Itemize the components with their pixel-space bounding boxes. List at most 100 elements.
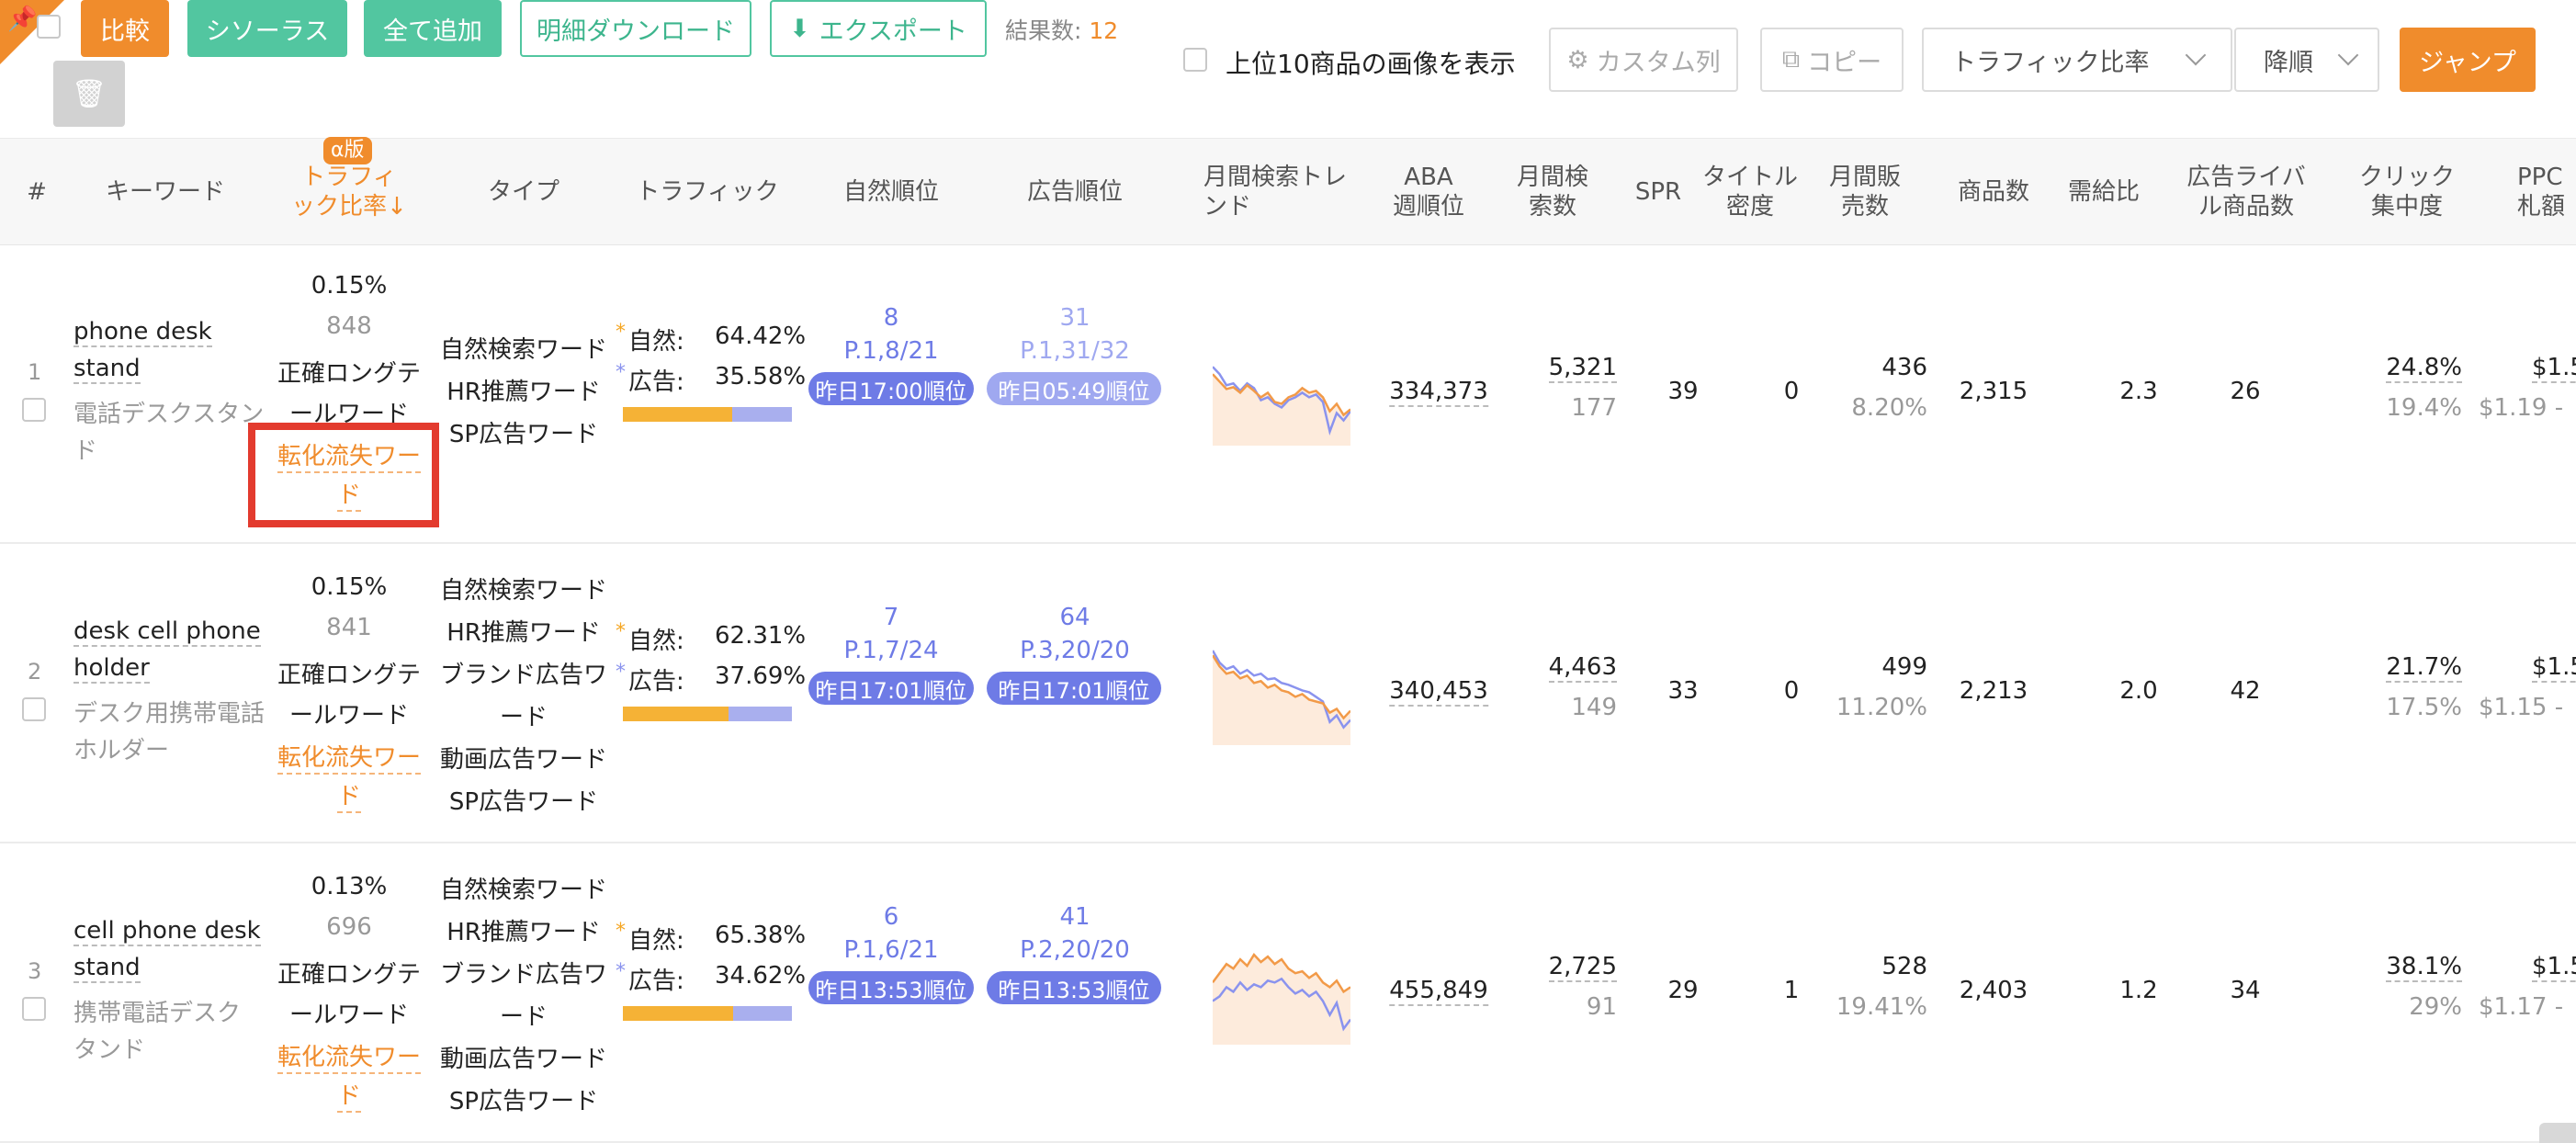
ppc-bid-value[interactable]: $1.5 — [2532, 653, 2576, 683]
trend-area — [1213, 655, 1350, 745]
monthly-search-trend-sparkline — [1213, 953, 1350, 1045]
click-concentration-value[interactable]: 24.8% — [2386, 354, 2462, 383]
show-images-checkbox[interactable] — [1183, 48, 1207, 72]
copy-button[interactable]: ⧉ コピー — [1760, 28, 1904, 92]
keyword-en-line2[interactable]: holder — [73, 654, 150, 684]
organic-rank-position: P.1,6/21 — [843, 936, 939, 964]
keyword-en-line2[interactable]: stand — [73, 954, 141, 983]
traffic-split-bar — [623, 707, 792, 721]
ad-bar-segment — [731, 407, 792, 422]
gear-icon: ⚙ — [1566, 45, 1589, 74]
header-monthly-search[interactable]: 月間検 索数 — [1507, 139, 1599, 244]
select-all-checkbox[interactable] — [37, 15, 61, 39]
ad-rivals-value: 34 — [2230, 977, 2261, 1004]
monthly-search-value[interactable]: 2,725 — [1548, 953, 1617, 982]
delete-button[interactable]: 🗑 — [53, 61, 125, 127]
row-checkbox[interactable] — [22, 398, 46, 422]
spr-value: 33 — [1667, 677, 1699, 705]
keyword-jp-line2: タンド — [73, 1036, 146, 1064]
conversion-loss-tag-line1[interactable]: 転化流失ワー — [277, 739, 422, 775]
organic-rank-value[interactable]: 7 — [884, 604, 899, 631]
spr-value: 39 — [1667, 378, 1699, 405]
monthly-search-value[interactable]: 5,321 — [1548, 354, 1617, 383]
conversion-loss-tag-line2[interactable]: ド — [336, 1077, 362, 1113]
monthly-sales-value: 499 — [1881, 653, 1927, 681]
header-click-concentration[interactable]: クリック 集中度 — [2352, 139, 2462, 244]
sort-order-select[interactable]: 降順 — [2234, 28, 2379, 92]
click-concentration-value[interactable]: 21.7% — [2386, 653, 2462, 683]
ad-star-icon: * — [616, 361, 626, 384]
header-search-line1: 月間検 — [1516, 163, 1588, 191]
organic-percent: 64.42% — [715, 323, 807, 350]
custom-columns-button[interactable]: ⚙ カスタム列 — [1549, 28, 1738, 92]
row-index: 2 — [28, 659, 42, 685]
header-monthly-sales[interactable]: 月間販 売数 — [1819, 139, 1911, 244]
title-density-value: 1 — [1783, 977, 1800, 1004]
sort-order-value: 降順 — [2264, 48, 2313, 77]
header-ad-rank[interactable]: 広告順位 — [992, 139, 1158, 244]
keyword-en-line1[interactable]: cell phone desk — [73, 917, 261, 946]
download-icon: ⬇ — [789, 14, 810, 43]
keyword-type: ード — [499, 704, 548, 731]
conversion-loss-tag-line2[interactable]: ド — [336, 777, 362, 813]
traffic-split-bar — [623, 1006, 792, 1021]
aba-rank-value[interactable]: 340,453 — [1389, 677, 1488, 707]
table-header: # キーワード トラフィ ック比率↓ α版 タイプ トラフィック 自然順位 広告… — [0, 137, 2576, 245]
ppc-bid-value[interactable]: $1.5 — [2532, 953, 2576, 982]
header-supply-ratio[interactable]: 需給比 — [2058, 139, 2150, 244]
header-trend: 月間検索トレ ンド — [1203, 139, 1369, 244]
export-label: エクスポート — [819, 17, 967, 46]
keyword-en-line1[interactable]: phone desk — [73, 318, 212, 347]
ad-rank-value[interactable]: 64 — [1059, 604, 1090, 631]
header-rivals-line1: 広告ライバ — [2186, 163, 2306, 191]
monthly-search-sub: 91 — [1586, 993, 1617, 1021]
aba-rank-value[interactable]: 334,373 — [1389, 378, 1488, 407]
row-checkbox[interactable] — [22, 997, 46, 1021]
organic-rank-time-badge: 昨日17:00順位 — [808, 372, 974, 405]
monthly-sales-sub: 11.20% — [1836, 694, 1927, 721]
header-title-line2: 密度 — [1725, 192, 1774, 221]
row-checkbox[interactable] — [22, 697, 46, 721]
conversion-loss-tag-line1[interactable]: 転化流失ワー — [277, 1038, 422, 1074]
thesaurus-button[interactable]: シソーラス — [187, 0, 347, 57]
keyword-en-line2[interactable]: stand — [73, 355, 141, 384]
header-products[interactable]: 商品数 — [1948, 139, 2039, 244]
organic-rank-value[interactable]: 6 — [884, 903, 899, 931]
ppc-bid-value[interactable]: $1.5 — [2532, 354, 2576, 383]
sort-field-select[interactable]: トラフィック比率 — [1922, 28, 2232, 92]
keyword-type: HR推薦ワード — [446, 379, 601, 406]
header-title-density[interactable]: タイトル 密度 — [1700, 139, 1801, 244]
supply-ratio-value: 2.3 — [2119, 378, 2158, 405]
keyword-jp-line1: 電話デスクスタン — [73, 401, 265, 428]
keyword-type: SP広告ワード — [448, 421, 599, 448]
click-concentration-value[interactable]: 38.1% — [2386, 953, 2462, 982]
header-organic-rank[interactable]: 自然順位 — [808, 139, 974, 244]
ad-rank-value[interactable]: 31 — [1059, 304, 1090, 332]
result-count-label: 結果数: 12 — [1005, 13, 1118, 46]
header-ppc[interactable]: PPC 札額 — [2517, 139, 2576, 244]
add-all-button[interactable]: 全て追加 — [364, 0, 502, 57]
header-ad-rivals[interactable]: 広告ライバ ル商品数 — [2177, 139, 2315, 244]
jump-button[interactable]: ジャンプ — [2400, 28, 2536, 92]
keyword-type: 動画広告ワード — [439, 746, 608, 774]
organic-rank-value[interactable]: 8 — [884, 304, 899, 332]
monthly-search-value[interactable]: 4,463 — [1548, 653, 1617, 683]
header-spr[interactable]: SPR — [1626, 139, 1690, 244]
header-keyword[interactable]: キーワード — [83, 139, 248, 244]
scrollbar-corner[interactable] — [2539, 1123, 2576, 1143]
traffic-ratio-sub: 841 — [326, 614, 372, 641]
header-search-line2: 索数 — [1528, 192, 1576, 221]
ad-rank-value[interactable]: 41 — [1059, 903, 1090, 931]
export-button[interactable]: ⬇ エクスポート — [770, 0, 987, 57]
compare-button[interactable]: 比較 — [81, 0, 169, 57]
keyword-type: ード — [499, 1003, 548, 1031]
aba-rank-value[interactable]: 455,849 — [1389, 977, 1488, 1006]
detail-download-button[interactable]: 明細ダウンロード — [520, 0, 751, 57]
pin-icon: 📌 — [7, 6, 38, 33]
keyword-en-line1[interactable]: desk cell phone — [73, 617, 261, 647]
keyword-type: 自然検索ワード — [439, 336, 608, 364]
header-trend-line1: 月間検索トレ — [1203, 163, 1348, 191]
header-aba[interactable]: ABA 週順位 — [1378, 139, 1479, 244]
header-trend-line2: ンド — [1203, 192, 1252, 221]
chevron-down-icon — [2185, 44, 2207, 66]
